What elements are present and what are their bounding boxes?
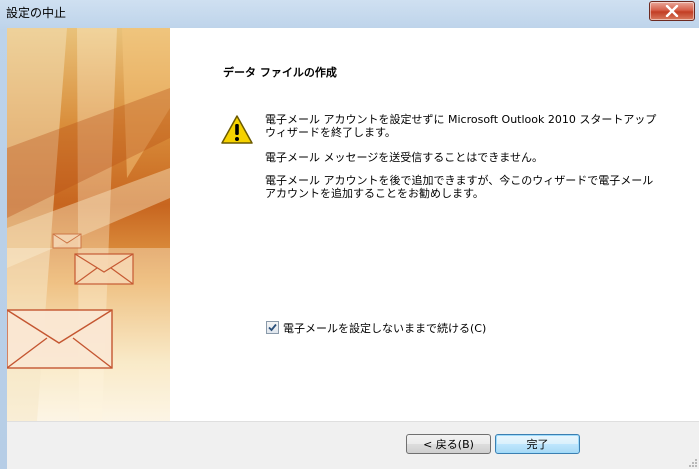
envelope-icon-medium: [74, 253, 134, 285]
back-button[interactable]: < 戻る(B): [406, 434, 491, 454]
wizard-content: データ ファイルの作成 電子メール アカウントを設定せずに Microsoft …: [170, 28, 699, 421]
checkmark-icon: [268, 323, 277, 332]
warning-icon: [221, 115, 253, 144]
continue-checkbox-label[interactable]: 電子メールを設定しないままで続ける(C): [283, 320, 486, 336]
resize-grip-icon[interactable]: [687, 457, 697, 467]
envelope-icon-large: [7, 309, 113, 369]
page-heading: データ ファイルの作成: [223, 66, 337, 79]
window-title: 設定の中止: [6, 6, 67, 20]
finish-button[interactable]: 完了: [495, 434, 580, 454]
envelope-icon-small: [52, 233, 82, 249]
recommendation-message: 電子メール アカウントを後で追加できますが、今このウィザードで電子メール アカウ…: [265, 174, 654, 200]
warning-message: 電子メール アカウントを設定せずに Microsoft Outlook 2010…: [265, 113, 657, 139]
close-icon: [665, 5, 679, 17]
wizard-banner-image: [7, 28, 170, 421]
close-button[interactable]: [649, 1, 695, 21]
continue-checkbox[interactable]: [266, 321, 279, 334]
info-message: 電子メール メッセージを送受信することはできません。: [265, 151, 543, 164]
dialog-window: 設定の中止 データ ファイルの作成 電子メール アカウントを設定せずに Micr…: [0, 0, 699, 469]
title-bar[interactable]: 設定の中止: [0, 0, 699, 28]
footer-divider: [7, 421, 699, 422]
dialog-client-area: データ ファイルの作成 電子メール アカウントを設定せずに Microsoft …: [7, 28, 699, 469]
